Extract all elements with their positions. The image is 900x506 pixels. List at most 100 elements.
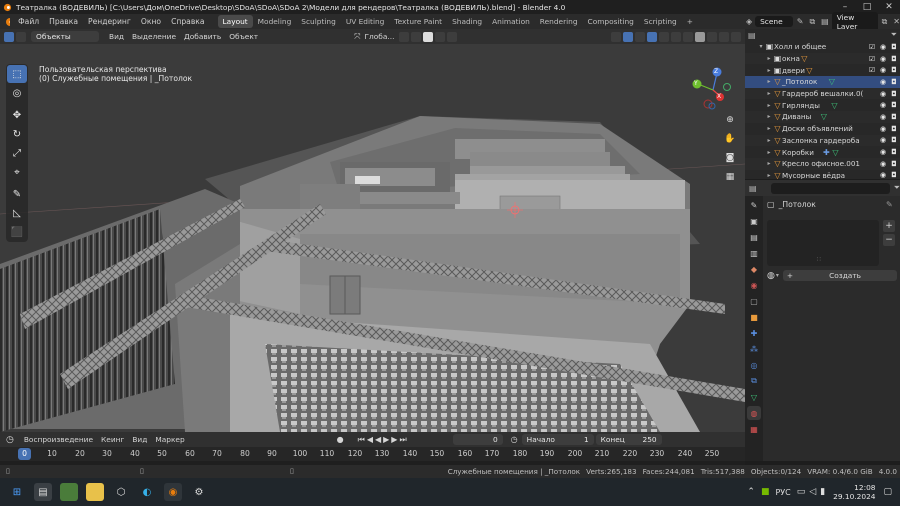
camera-icon[interactable]: ◘ <box>890 78 898 86</box>
shading-rendered-icon[interactable] <box>719 31 729 42</box>
scene-selector[interactable]: Scene <box>755 16 793 27</box>
camera-icon[interactable]: ◘ <box>890 113 898 121</box>
zoom-icon[interactable]: ⊕ <box>722 112 738 128</box>
camera-icon[interactable]: ◘ <box>890 43 898 51</box>
menu-playback[interactable]: Воспроизведение <box>20 435 97 444</box>
annotate-tool-icon[interactable]: ✎ <box>7 185 27 203</box>
grid-ortho-icon[interactable]: ▦ <box>722 169 738 185</box>
select-box-tool-icon[interactable]: ⬚ <box>7 65 27 83</box>
properties-search-input[interactable] <box>770 182 890 194</box>
particles-tab-icon[interactable]: ⁂ <box>747 342 761 356</box>
constraints-tab-icon[interactable]: ⧉ <box>747 374 761 388</box>
render-tab-icon[interactable]: ▣ <box>747 214 761 228</box>
camera-icon[interactable]: ◘ <box>890 90 898 98</box>
shading-menu-icon[interactable] <box>731 31 741 42</box>
eye-icon[interactable]: ◉ <box>879 78 887 86</box>
outliner-row[interactable]: ▸ ▽ Коробки ✚ ▽ ◉ ◘ <box>745 146 900 158</box>
tab-compositing[interactable]: Compositing <box>583 15 639 28</box>
material-slot-list[interactable]: ∷ <box>767 220 879 266</box>
expand-arrow-icon[interactable]: ▸ <box>765 78 773 85</box>
menu-help[interactable]: Справка <box>166 17 209 26</box>
volume-icon[interactable]: ◁ <box>809 487 816 497</box>
timeline-ruler[interactable]: 0 10 20 30 40 50 60 70 80 90 100 110 120… <box>0 447 745 461</box>
object-tab-icon[interactable]: ■ <box>747 310 761 324</box>
outliner[interactable]: ▤ ⏷ ▾ ▣ Холл и общее ☑ ◉ ◘ ▸ ▣ окна ▽ ☑ ◉ ◘ … <box>745 29 900 179</box>
dropdown-arrow-icon[interactable]: ▾ <box>776 272 779 279</box>
eye-icon[interactable]: ◉ <box>879 125 887 133</box>
menu-keying[interactable]: Кеинг <box>97 435 128 444</box>
remove-view-layer-icon[interactable]: ✕ <box>893 17 900 26</box>
network-icon[interactable]: ▭ <box>797 487 806 497</box>
record-icon[interactable]: ● <box>337 435 344 444</box>
outliner-row[interactable]: ▾ ▣ Холл и общее ☑ ◉ ◘ <box>745 41 900 53</box>
clock[interactable]: 12:08 29.10.2024 <box>833 483 875 501</box>
menu-view[interactable]: Вид <box>105 32 128 41</box>
scale-tool-icon[interactable]: ⤢ <box>7 144 27 162</box>
timeline-editor-icon[interactable]: ◷ <box>6 435 14 445</box>
eye-icon[interactable]: ◉ <box>879 66 887 74</box>
minimize-icon[interactable]: – <box>834 2 856 12</box>
gizmo-menu-icon[interactable] <box>635 31 645 42</box>
overlay-menu-icon[interactable] <box>659 31 669 42</box>
outliner-editor-icon[interactable]: ▤ <box>748 31 756 40</box>
transform-tool-icon[interactable]: ⌖ <box>7 163 27 181</box>
blender-taskbar-icon[interactable]: ◉ <box>164 483 182 501</box>
notifications-icon[interactable]: ▢ <box>883 487 892 497</box>
camera-icon[interactable]: ◘ <box>890 101 898 109</box>
checkbox-icon[interactable]: ☑ <box>868 55 876 63</box>
create-material-button[interactable]: + Создать <box>782 270 897 281</box>
menu-file[interactable]: Файл <box>13 17 44 26</box>
output-tab-icon[interactable]: ▤ <box>747 230 761 244</box>
expand-arrow-icon[interactable]: ▸ <box>765 90 773 97</box>
material-browse-icon[interactable]: ◍ <box>767 271 775 281</box>
eye-icon[interactable]: ◉ <box>879 101 887 109</box>
playback-controls[interactable]: ⏮◀◀▶▶⏭ <box>358 435 409 445</box>
file-explorer-icon[interactable] <box>86 483 104 501</box>
current-frame-field[interactable]: 0 <box>452 434 503 445</box>
expand-arrow-icon[interactable]: ▸ <box>765 160 773 167</box>
add-slot-button[interactable]: + <box>883 220 895 232</box>
camera-icon[interactable]: ◘ <box>890 148 898 156</box>
outliner-row[interactable]: ▸ ▽ Заслонка гардероба ◉ ◘ <box>745 134 900 147</box>
eye-icon[interactable]: ◉ <box>879 148 887 156</box>
expand-arrow-icon[interactable]: ▸ <box>765 102 773 109</box>
tool-tab-icon[interactable]: ✎ <box>747 198 761 212</box>
outliner-row[interactable]: ▸ ▽ Доски объявлений ◉ ◘ <box>745 123 900 135</box>
windows-start-icon[interactable]: ⊞ <box>8 483 26 501</box>
checkbox-icon[interactable]: ☑ <box>868 66 876 74</box>
3d-app-icon[interactable]: ⬡ <box>112 483 130 501</box>
camera-icon[interactable]: ◘ <box>890 160 898 168</box>
tab-layout[interactable]: Layout <box>217 15 253 28</box>
eye-icon[interactable]: ◉ <box>879 113 887 121</box>
outliner-row[interactable]: ▸ ▽ Гирлянды ▽ ◉ ◘ <box>745 99 900 111</box>
rotate-tool-icon[interactable]: ↻ <box>7 125 27 143</box>
tab-scripting[interactable]: Scripting <box>639 15 682 28</box>
tray-arrow-icon[interactable]: ⌃ <box>747 487 755 497</box>
scene-tab-icon[interactable]: ◆ <box>747 262 761 276</box>
camera-icon[interactable]: ◘ <box>890 171 898 179</box>
select-mode-icon[interactable] <box>16 31 26 42</box>
nvidia-icon[interactable]: ■ <box>761 487 770 497</box>
eye-icon[interactable]: ◉ <box>879 43 887 51</box>
expand-arrow-icon[interactable]: ▸ <box>765 137 773 144</box>
pin-icon[interactable]: ✎ <box>886 200 893 209</box>
eye-icon[interactable]: ◉ <box>879 55 887 63</box>
add-cube-tool-icon[interactable]: ⬛ <box>7 223 27 241</box>
move-tool-icon[interactable]: ✥ <box>7 106 27 124</box>
tab-rendering[interactable]: Rendering <box>535 15 583 28</box>
transform-orientation-select[interactable]: Глоба... <box>361 32 399 41</box>
add-workspace-button[interactable]: + <box>682 15 698 28</box>
properties-options-icon[interactable]: ⏷ <box>894 183 900 193</box>
blender-menu-icon[interactable] <box>4 17 11 27</box>
pan-hand-icon[interactable]: ✋ <box>722 131 738 147</box>
cursor-tool-icon[interactable]: ◎ <box>7 84 27 102</box>
snap-icon[interactable] <box>411 31 422 42</box>
pivot-icon[interactable] <box>399 31 410 42</box>
menu-edit[interactable]: Правка <box>44 17 83 26</box>
eye-icon[interactable]: ◉ <box>879 90 887 98</box>
outliner-row[interactable]: ▸ ▣ двери ▽ ☑ ◉ ◘ <box>745 64 900 76</box>
camera-icon[interactable]: ◘ <box>890 55 898 63</box>
world-tab-icon[interactable]: ◉ <box>747 278 761 292</box>
eye-icon[interactable]: ◉ <box>879 171 887 179</box>
remove-slot-button[interactable]: − <box>883 234 895 246</box>
